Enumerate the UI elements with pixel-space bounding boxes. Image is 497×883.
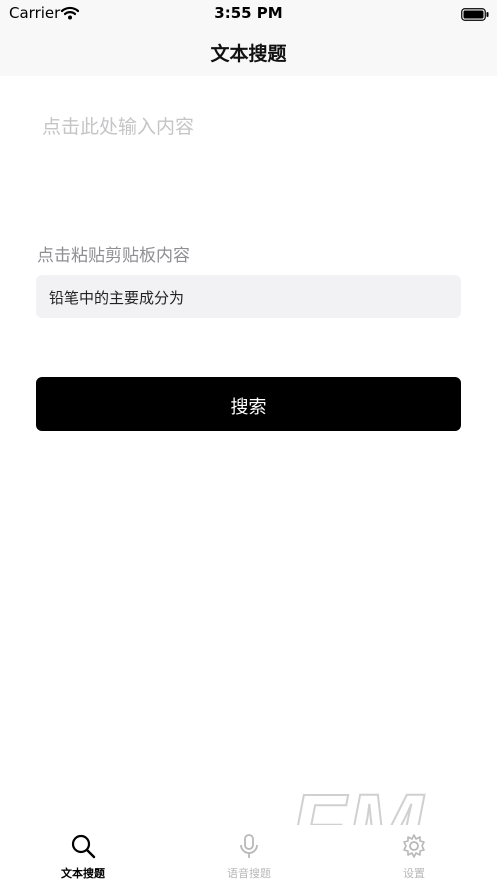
microphone-icon bbox=[166, 833, 332, 865]
search-button[interactable]: 搜索 bbox=[36, 377, 461, 431]
question-text-input[interactable]: 点击此处输入内容 bbox=[42, 112, 462, 212]
clipboard-content-box[interactable]: 铅笔中的主要成分为 bbox=[36, 275, 461, 318]
tab-settings-label: 设置 bbox=[403, 867, 425, 880]
search-icon bbox=[0, 833, 166, 863]
navigation-bar: 文本搜题 bbox=[0, 26, 497, 76]
gear-icon bbox=[331, 833, 497, 863]
page-title: 文本搜题 bbox=[210, 43, 287, 65]
paste-clipboard-hint[interactable]: 点击粘贴剪贴板内容 bbox=[37, 241, 190, 266]
tab-text-search-label: 文本搜题 bbox=[61, 867, 105, 880]
tab-voice-search[interactable]: 语音搜题 bbox=[166, 825, 332, 883]
status-bar: Carrier 3:55 PM bbox=[0, 0, 497, 26]
clipboard-text: 铅笔中的主要成分为 bbox=[49, 289, 185, 307]
tab-voice-search-label: 语音搜题 bbox=[227, 867, 271, 880]
battery-icon bbox=[461, 6, 489, 25]
tab-text-search[interactable]: 文本搜题 bbox=[0, 825, 166, 883]
search-button-label: 搜索 bbox=[230, 397, 267, 418]
tab-settings[interactable]: 设置 bbox=[331, 825, 497, 883]
tab-bar: 文本搜题 语音搜题 设置 bbox=[0, 825, 497, 883]
status-time: 3:55 PM bbox=[214, 4, 283, 22]
